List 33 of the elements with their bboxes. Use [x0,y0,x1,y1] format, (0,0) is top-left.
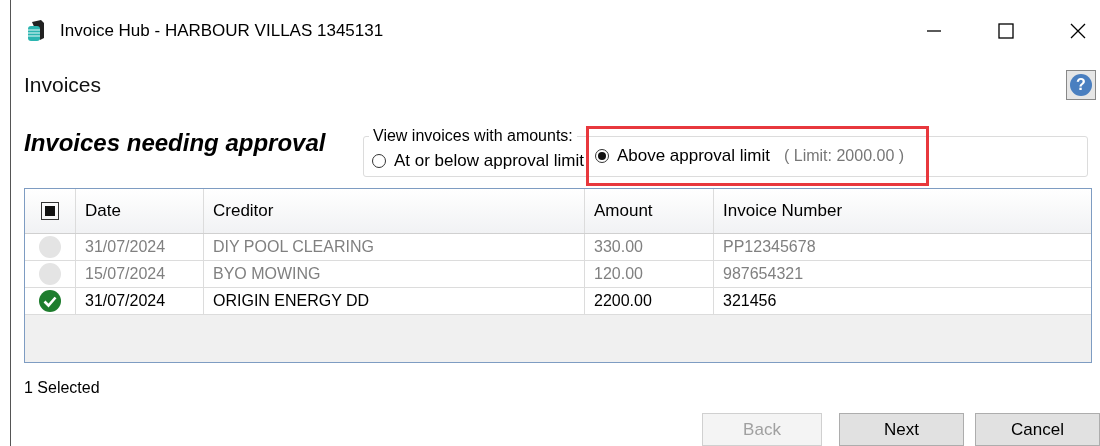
table-cell-text: 987654321 [722,264,805,285]
app-logo-icon [28,19,44,42]
select-all-checkbox[interactable] [41,202,59,221]
maximize-icon [997,21,1015,40]
radio-label[interactable]: At or below approval limit [394,150,584,171]
table-cell: DIY POOL CLEARING [204,234,585,261]
table-cell: BYO MOWING [204,261,585,288]
table-cell-text: 321456 [722,291,778,312]
close-icon [1069,21,1087,40]
check-icon[interactable] [39,290,61,313]
table-cell: 15/07/2024 [76,261,204,288]
column-header[interactable]: Invoice Number [714,189,1091,234]
column-header[interactable]: Date [76,189,204,234]
dialog-button[interactable]: Next [839,413,964,446]
help-button[interactable]: ? [1066,69,1096,100]
dialog-button[interactable]: Cancel [975,413,1100,446]
page-title: Invoices [24,72,102,97]
minimize-icon [927,29,941,32]
column-header[interactable]: Creditor [204,189,585,234]
table-cell: 330.00 [585,234,714,261]
table-cell-text: PP12345678 [722,237,817,258]
section-heading: Invoices needing approval [24,129,327,158]
table-cell: 2200.00 [585,288,714,315]
radio-label[interactable]: Above approval limit [616,145,770,166]
selection-count: 1 Selected [24,379,101,399]
group-legend: View invoices with amounts: [369,127,577,146]
column-header[interactable]: Amount [585,189,714,234]
table-cell: 31/07/2024 [76,234,204,261]
limit-note: ( Limit: 2000.00 ) [784,146,905,165]
table-cell: ORIGIN ENERGY DD [204,288,585,315]
window-title: Invoice Hub - HARBOUR VILLAS 1345131 [60,20,385,41]
table-cell: 31/07/2024 [76,288,204,315]
table-cell: 120.00 [585,261,714,288]
